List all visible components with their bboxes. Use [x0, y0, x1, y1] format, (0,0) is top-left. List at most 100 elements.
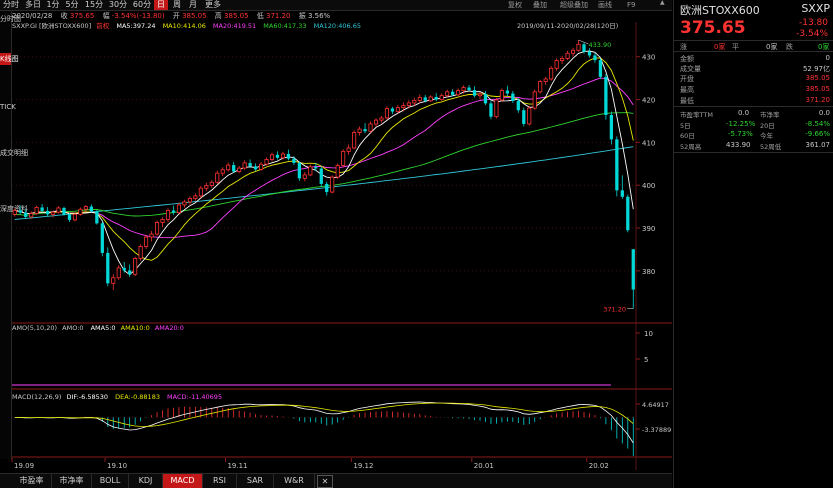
open-label: 开盘 — [680, 75, 694, 83]
price-tick-label: 420 — [642, 97, 655, 105]
candle-body — [615, 139, 619, 191]
low-value: 371.20 — [805, 96, 831, 104]
candle-body — [428, 96, 433, 102]
price-tick-label: 410 — [642, 139, 655, 147]
candle-body — [346, 147, 351, 152]
candle-body — [122, 267, 126, 271]
candle-body — [489, 103, 493, 117]
52w-high-value: 433.90 — [726, 141, 751, 149]
quote-infobar: 2020/02/28 收 375.65 幅 -3.54%(-13.80) 开 3… — [12, 11, 672, 21]
candle-body — [226, 164, 231, 171]
tab-macd[interactable]: MACD — [163, 474, 203, 488]
candle-body — [215, 172, 220, 183]
candle-body — [171, 210, 176, 213]
indicator-tabs: 市盈率 市净率 BOLL KDJ MACD RSI SAR W&R ✕ — [0, 473, 672, 488]
x-tick-label: 19.11 — [227, 462, 247, 470]
volume-value: 52.97亿 — [802, 65, 830, 73]
candle-body — [571, 49, 576, 54]
candle-body — [198, 187, 203, 197]
info-close: 375.65 — [69, 12, 95, 20]
20d-value: -8.54% — [805, 120, 830, 128]
candle-body — [275, 154, 280, 158]
candle-body — [160, 219, 165, 223]
5d-label: 5日 — [680, 122, 691, 130]
candle-body — [138, 246, 143, 259]
price-tick-label: 430 — [642, 54, 655, 62]
divider — [674, 106, 833, 107]
divider — [674, 51, 833, 52]
candle-body — [193, 195, 198, 199]
tab-boll[interactable]: BOLL — [92, 474, 129, 488]
candle-body — [373, 119, 379, 125]
pb-value: 0.0 — [818, 109, 830, 117]
candle-body — [204, 185, 209, 189]
info-low: 371.20 — [266, 12, 291, 20]
candle-body — [182, 201, 187, 206]
candle-body — [62, 207, 66, 215]
macd-name: MACD(12,26,9) — [12, 393, 62, 401]
candle-body — [363, 129, 367, 132]
candle-body — [51, 211, 56, 215]
candle-body — [18, 210, 22, 213]
pe-ttm-label: 市盈率TTM — [680, 111, 713, 119]
candle-body — [401, 105, 406, 109]
price-change-pct: -3.54% — [796, 29, 828, 39]
tab-pb[interactable]: 市净率 — [52, 474, 92, 488]
kline-chart[interactable]: 380 390 400 410 420 430 433.90 371.20 10 5 4.64917… — [0, 0, 672, 473]
candle-body — [34, 207, 39, 214]
candle-body — [505, 90, 510, 94]
candle-body — [83, 206, 88, 210]
amo-name: AMO(5,10,20) — [12, 324, 58, 332]
ma20-label: MA20:419.51 — [212, 22, 257, 30]
candle-body — [516, 100, 520, 111]
candle-body — [29, 213, 34, 218]
tab-pe[interactable]: 市盈率 — [12, 474, 52, 488]
info-amp-label: 振 — [298, 12, 306, 20]
info-date: 2020/02/28 — [12, 12, 53, 20]
candle-body — [286, 153, 291, 159]
candle-body — [40, 207, 44, 211]
candle-body — [565, 52, 570, 59]
x-tick-label: 19.12 — [353, 462, 373, 470]
candle-body — [384, 108, 389, 119]
ma60-line — [14, 112, 634, 217]
candle-body — [406, 102, 411, 106]
price-tick-label: 400 — [642, 182, 655, 190]
candle-body — [248, 162, 252, 167]
candle-body — [598, 60, 603, 77]
candle-body — [187, 198, 192, 203]
close-tab-icon[interactable]: ✕ — [317, 475, 333, 488]
candle-body — [89, 206, 94, 212]
info-open: 385.05 — [182, 12, 207, 20]
candle-body — [511, 93, 515, 101]
date-range-label: 2019/09/11-2020/02/28(120日) — [517, 22, 619, 30]
tab-rsi[interactable]: RSI — [203, 474, 237, 488]
ytd-label: 今年 — [760, 132, 773, 140]
candle-body — [412, 99, 417, 104]
candle-body — [155, 222, 160, 235]
candle-body — [494, 99, 499, 118]
tab-wr[interactable]: W&R — [274, 474, 315, 488]
high-value: 385.05 — [805, 85, 831, 93]
pb-label: 市净率 — [760, 111, 780, 119]
candle-body — [232, 165, 236, 172]
candle-body — [527, 107, 532, 125]
candle-body — [554, 60, 559, 69]
macd-tick-label: -3.37889 — [642, 426, 671, 434]
candle-body — [499, 90, 504, 101]
amo-legend: AMO(5,10,20) AMO:0 AMA5:0 AMA10:0 AMA20:… — [12, 324, 184, 333]
amo-tick-label: 10 — [644, 330, 653, 338]
high-marker — [578, 39, 589, 45]
macd-legend: MACD(12,26,9) DIF:-6.58530 DEA:-0.88183 … — [12, 393, 222, 402]
high-label: 最高 — [680, 86, 694, 94]
candle-body — [357, 128, 362, 133]
candle-body — [165, 210, 171, 220]
tab-kdj[interactable]: KDJ — [129, 474, 163, 488]
low-label: 最低 — [680, 97, 694, 105]
candle-body — [111, 277, 116, 284]
candle-body — [434, 96, 438, 100]
candle-body — [269, 154, 275, 160]
candle-body — [209, 181, 214, 187]
tab-sar[interactable]: SAR — [237, 474, 274, 488]
candle-body — [319, 168, 323, 184]
